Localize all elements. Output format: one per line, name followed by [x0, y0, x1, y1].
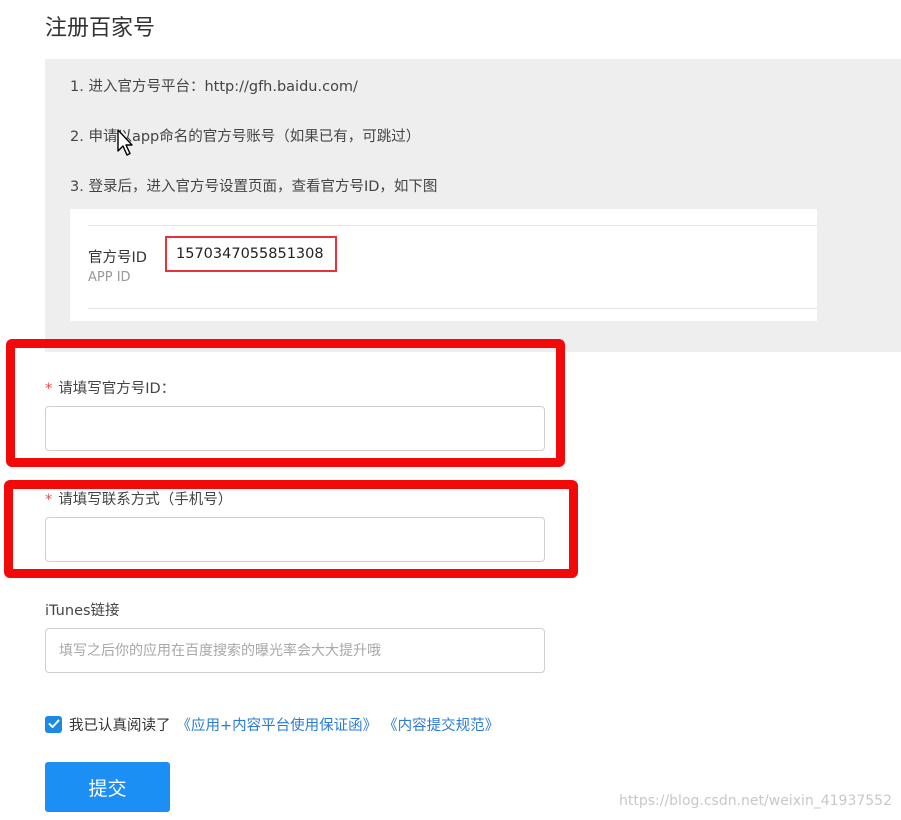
divider: [88, 225, 817, 226]
contact-phone-input[interactable]: [45, 517, 545, 562]
agreement-checkbox[interactable]: [45, 715, 62, 733]
instructions-panel: 1. 进入官方号平台：http://gfh.baidu.com/ 2. 申请以a…: [45, 59, 901, 352]
required-mark: *: [45, 492, 53, 508]
itunes-field-label: iTunes链接: [45, 603, 120, 619]
official-id-label: 官方号ID: [88, 250, 147, 266]
instruction-step-3: 3. 登录后，进入官方号设置页面，查看官方号ID，如下图: [70, 179, 438, 195]
guarantee-letter-link[interactable]: 《应用+内容平台使用保证函》: [177, 714, 378, 735]
content-rules-link[interactable]: 《内容提交规范》: [383, 714, 499, 735]
submit-button[interactable]: 提交: [45, 762, 170, 812]
official-id-value: 1570347055851308: [165, 236, 337, 272]
itunes-link-input[interactable]: [45, 628, 545, 673]
official-id-field-label: * 请填写官方号ID：: [45, 377, 175, 398]
app-id-sublabel: APP ID: [88, 270, 131, 285]
official-id-example-card: 官方号ID APP ID 1570347055851308: [70, 209, 817, 321]
contact-field-label: * 请填写联系方式（手机号）: [45, 488, 232, 509]
watermark: https://blog.csdn.net/weixin_41937552: [618, 793, 892, 809]
agreement-text: 我已认真阅读了: [69, 717, 171, 734]
official-id-label-text: 请填写官方号ID：: [58, 381, 176, 397]
checkmark-icon: [48, 719, 59, 728]
agreement-row: 我已认真阅读了 《应用+内容平台使用保证函》 《内容提交规范》: [45, 714, 505, 734]
official-id-input[interactable]: [45, 406, 545, 451]
instruction-step-1: 1. 进入官方号平台：http://gfh.baidu.com/: [70, 79, 358, 95]
contact-label-text: 请填写联系方式（手机号）: [58, 492, 233, 508]
divider: [88, 308, 817, 309]
mouse-pointer-icon: [117, 129, 133, 156]
required-mark: *: [45, 381, 53, 397]
page-title: 注册百家号: [45, 16, 156, 41]
